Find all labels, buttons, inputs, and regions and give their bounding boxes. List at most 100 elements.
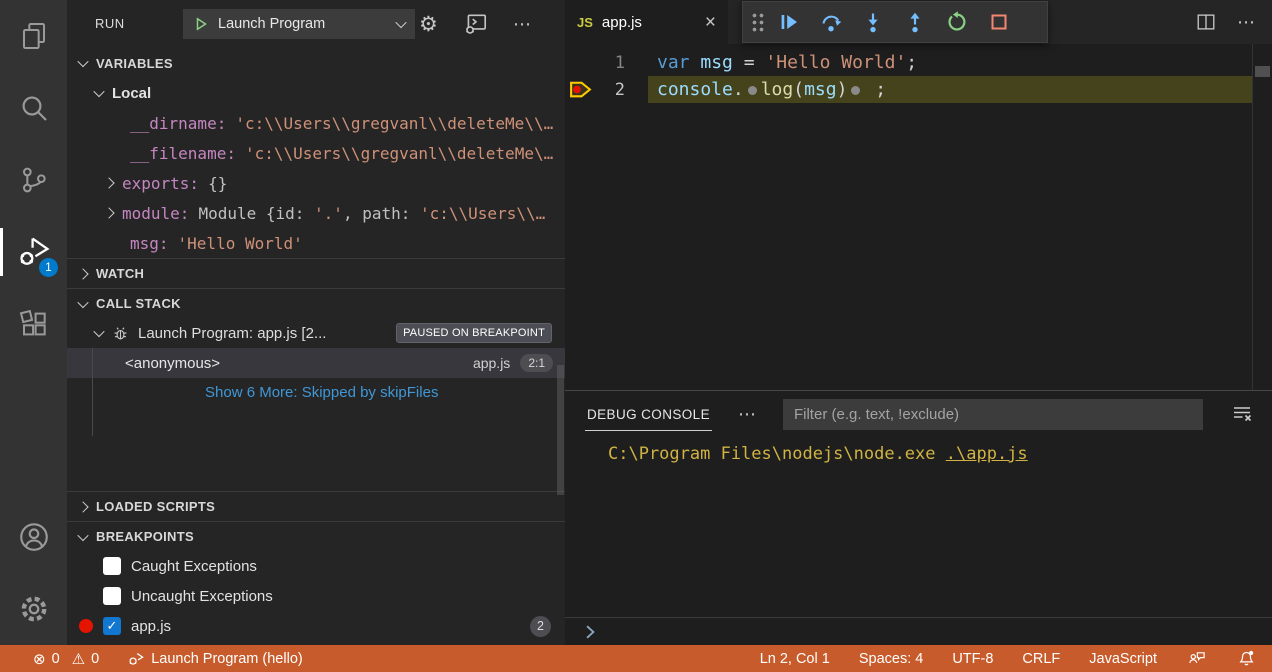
editor-scrollbar[interactable] <box>1255 66 1270 77</box>
variable-row[interactable]: __filename:'c:\\Users\\gregvanl\\deleteM… <box>67 138 565 168</box>
console-output-link[interactable]: .\app.js <box>946 444 1028 464</box>
breakpoint-row-appjs[interactable]: ✓ app.js 2 <box>67 611 565 641</box>
error-icon: ⊗ <box>33 650 46 668</box>
current-frame-breakpoint-icon[interactable] <box>565 77 595 102</box>
activity-bar: 1 <box>0 0 67 645</box>
clear-all-icon <box>1230 402 1254 426</box>
debug-status-item[interactable]: Launch Program (hello) <box>126 649 303 669</box>
breakpoint-row-caught[interactable]: Caught Exceptions <box>67 551 565 581</box>
checkbox-unchecked[interactable] <box>103 587 121 605</box>
views-more-button[interactable]: ⋯ <box>513 0 532 48</box>
accounts-icon <box>17 520 51 554</box>
frame-name: <anonymous> <box>125 355 220 372</box>
variable-row[interactable]: msg:'Hello World' <box>67 228 565 258</box>
code-editor[interactable]: 1 var msg = 'Hello World'; 2 console.log… <box>565 44 1272 390</box>
activity-extensions[interactable] <box>0 288 67 360</box>
panel-header: DEBUG CONSOLE ⋯ <box>565 391 1272 437</box>
more-actions-button[interactable]: ⋯ <box>1237 12 1256 33</box>
problems-indicator[interactable]: ⊗ 0 ⚠ 0 <box>33 650 99 668</box>
split-editor-button[interactable] <box>1195 11 1217 33</box>
eol-sequence[interactable]: CRLF <box>1022 651 1060 667</box>
tab-debug-console[interactable]: DEBUG CONSOLE <box>585 398 712 431</box>
section-label: CALL STACK <box>96 296 181 311</box>
code-text[interactable]: var msg = 'Hello World'; <box>657 52 917 73</box>
indentation[interactable]: Spaces: 4 <box>859 651 924 667</box>
close-icon[interactable]: × <box>705 13 716 32</box>
indent-guide <box>92 348 93 436</box>
chevron-right-icon <box>103 177 114 188</box>
section-header-call-stack[interactable]: CALL STACK <box>67 288 565 318</box>
activity-explorer[interactable] <box>0 0 67 72</box>
activity-source-control[interactable] <box>0 144 67 216</box>
launch-config-dropdown[interactable]: Launch Program <box>183 9 415 39</box>
check-icon: ✓ <box>107 618 118 634</box>
variable-row[interactable]: module:Module {id: '.', path: 'c:\\Users… <box>67 198 565 228</box>
section-header-breakpoints[interactable]: BREAKPOINTS <box>67 521 565 551</box>
breakpoint-dot-icon <box>79 619 93 633</box>
step-over-icon <box>819 10 843 34</box>
restart-icon <box>945 10 969 34</box>
chevron-down-icon <box>77 529 88 540</box>
notifications-button[interactable] <box>1236 648 1257 669</box>
clear-console-button[interactable] <box>1230 402 1254 426</box>
search-icon <box>18 92 50 124</box>
section-header-variables[interactable]: VARIABLES <box>67 48 565 78</box>
stop-icon <box>987 10 1011 34</box>
variable-row[interactable]: __dirname:'c:\\Users\\gregvanl\\deleteMe… <box>67 108 565 138</box>
chevron-down-icon <box>395 17 406 28</box>
sidebar-scrollbar[interactable] <box>557 365 564 495</box>
section-header-loaded-scripts[interactable]: LOADED SCRIPTS <box>67 491 565 521</box>
step-over-button[interactable] <box>810 1 852 43</box>
code-line-1[interactable]: 1 var msg = 'Hello World'; <box>565 49 1272 76</box>
checkbox-unchecked[interactable] <box>103 557 121 575</box>
drag-handle-icon[interactable] <box>751 12 764 32</box>
start-debug-icon[interactable] <box>193 16 209 32</box>
stack-frame-row-selected[interactable]: <anonymous> app.js 2:1 <box>67 348 565 378</box>
stop-button[interactable] <box>978 1 1020 43</box>
activity-settings[interactable] <box>0 573 67 645</box>
continue-icon <box>777 10 801 34</box>
panel-more-button[interactable]: ⋯ <box>738 404 757 425</box>
debug-status-label: Launch Program (hello) <box>151 651 303 667</box>
breakpoint-label: Uncaught Exceptions <box>131 588 273 605</box>
step-into-button[interactable] <box>852 1 894 43</box>
continue-button[interactable] <box>768 1 810 43</box>
chevron-down-icon <box>77 296 88 307</box>
language-mode[interactable]: JavaScript <box>1089 651 1157 667</box>
variable-row[interactable]: exports:{} <box>67 168 565 198</box>
debug-session-row[interactable]: Launch Program: app.js [2... PAUSED ON B… <box>67 318 565 348</box>
debug-console-toggle-button[interactable] <box>463 0 489 48</box>
console-input-row[interactable] <box>565 617 1272 645</box>
activity-run-debug[interactable]: 1 <box>0 216 67 288</box>
inline-breakpoint-dot-icon[interactable] <box>851 86 860 95</box>
section-label: VARIABLES <box>96 56 173 71</box>
scope-local[interactable]: Local <box>67 78 565 108</box>
show-more-link[interactable]: Show 6 More: Skipped by skipFiles <box>67 378 565 406</box>
inline-breakpoint-dot-icon[interactable] <box>748 86 757 95</box>
status-bar: ⊗ 0 ⚠ 0 Launch Program (hello) Ln 2, Col… <box>0 645 1272 672</box>
activity-search[interactable] <box>0 72 67 144</box>
checkbox-checked[interactable]: ✓ <box>103 617 121 635</box>
code-line-2-current[interactable]: 2 console.log(msg) ; <box>565 76 1272 103</box>
activity-bar-bottom <box>0 501 67 645</box>
step-out-button[interactable] <box>894 1 936 43</box>
configure-gear-button[interactable]: ⚙ <box>419 0 438 48</box>
bug-icon <box>111 324 130 343</box>
feedback-button[interactable] <box>1186 648 1207 669</box>
chevron-right-icon <box>77 501 88 512</box>
chevron-down-icon <box>93 86 104 97</box>
javascript-file-icon: JS <box>577 15 593 30</box>
sidebar-header: RUN Launch Program ⚙ <box>67 0 565 48</box>
cursor-position[interactable]: Ln 2, Col 1 <box>760 651 830 667</box>
console-filter-input[interactable] <box>783 399 1203 430</box>
breakpoint-row-uncaught[interactable]: Uncaught Exceptions <box>67 581 565 611</box>
section-header-watch[interactable]: WATCH <box>67 258 565 288</box>
tab-appjs[interactable]: JS app.js × <box>565 0 728 44</box>
code-text[interactable]: console.log(msg) ; <box>657 79 886 100</box>
section-label: BREAKPOINTS <box>96 529 194 544</box>
restart-button[interactable] <box>936 1 978 43</box>
encoding[interactable]: UTF-8 <box>952 651 993 667</box>
line-number: 1 <box>595 53 625 73</box>
chevron-right-icon <box>103 207 114 218</box>
activity-accounts[interactable] <box>0 501 67 573</box>
